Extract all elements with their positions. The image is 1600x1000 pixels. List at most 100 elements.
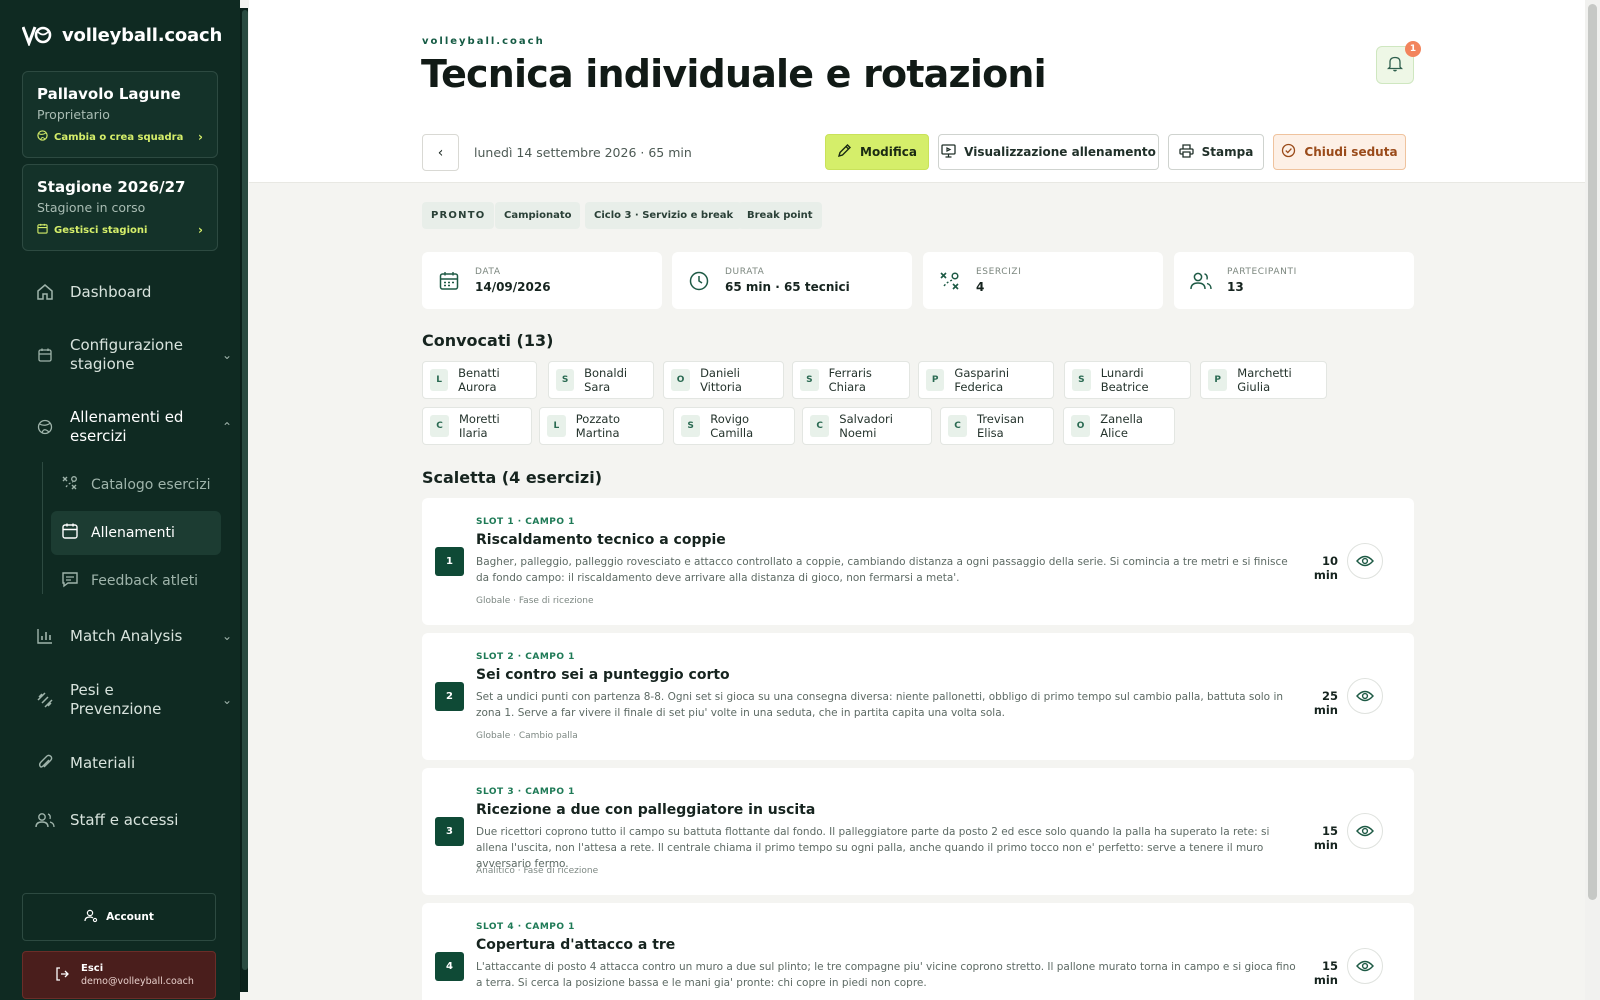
player-chip[interactable]: O Zanella Alice	[1063, 407, 1175, 445]
stat-date: DATA 14/09/2026	[422, 252, 662, 309]
subnav-catalogo-esercizi[interactable]: Catalogo esercizi	[51, 463, 221, 507]
stat-participants-value: 13	[1227, 280, 1244, 294]
account-button[interactable]: Account	[22, 893, 216, 941]
scaletta-title: Scaletta (4 esercizi)	[422, 468, 603, 487]
back-button[interactable]: ‹	[422, 134, 459, 171]
users-icon	[1189, 269, 1213, 293]
team-name: Pallavolo Lagune	[37, 85, 181, 103]
logout-label: Esci	[81, 963, 104, 974]
player-chip[interactable]: P Marchetti Giulia	[1200, 361, 1327, 399]
cycle-tag: Ciclo 3 · Servizio e break	[585, 202, 743, 229]
sidebar-scrollbar[interactable]	[240, 8, 248, 992]
player-chip[interactable]: S Lunardi Beatrice	[1064, 361, 1191, 399]
player-role: L	[430, 369, 449, 391]
player-chip[interactable]: L Pozzato Martina	[539, 407, 664, 445]
sidebar-scrollbar-thumb[interactable]	[242, 10, 248, 970]
exercise-number: 2	[435, 682, 464, 711]
main-scrollbar[interactable]	[1585, 0, 1600, 1000]
season-name: Stagione 2026/27	[37, 178, 186, 196]
nav-dashboard[interactable]: Dashboard	[34, 281, 232, 303]
nav-pesi-prevenzione[interactable]: Pesi e Prevenzione ⌄	[34, 681, 232, 719]
exercise-category: Globale · Fase di ricezione	[476, 596, 594, 606]
exercise-card[interactable]: 2 SLOT 2 · CAMPO 1 Sei contro sei a punt…	[422, 633, 1414, 760]
stat-date-value: 14/09/2026	[475, 280, 551, 294]
view-exercise-button[interactable]	[1347, 543, 1383, 579]
player-name: Gasparini Federica	[954, 366, 1010, 394]
view-exercise-button[interactable]	[1347, 813, 1383, 849]
nav-match-analysis[interactable]: Match Analysis ⌄	[34, 625, 232, 647]
logout-button[interactable]: Esci demo@volleyball.coach	[22, 951, 216, 999]
subnav-allenamenti[interactable]: Allenamenti	[51, 511, 221, 555]
exercise-description: Bagher, palleggio, palleggio rovesciato …	[476, 556, 1288, 584]
logout-icon	[55, 966, 69, 984]
stat-date-label: DATA	[475, 267, 501, 277]
exercise-description: Set a undici punti con partenza 8-8. Ogn…	[476, 691, 1284, 719]
view-training-button[interactable]: Visualizzazione allenamento	[938, 134, 1159, 170]
player-chip[interactable]: O Danieli Vittoria	[663, 361, 784, 399]
close-session-button[interactable]: Chiudi seduta	[1273, 134, 1406, 170]
player-chip[interactable]: S Ferraris Chiara	[792, 361, 910, 399]
stat-duration-label: DURATA	[725, 267, 765, 277]
player-chip[interactable]: L Benatti Aurora	[422, 361, 537, 399]
edit-button[interactable]: Modifica	[825, 134, 929, 170]
volleyball-coach-logo-icon	[21, 24, 52, 48]
stat-exercises-label: ESERCIZI	[976, 267, 1022, 277]
player-chip[interactable]: S Bonaldi Sara	[548, 361, 654, 399]
player-role: C	[948, 415, 967, 437]
view-exercise-button[interactable]	[1347, 948, 1383, 984]
manage-seasons-link[interactable]: Gestisci stagioni ›	[37, 223, 203, 237]
brand[interactable]: volleyball.coach	[21, 24, 222, 48]
user-email: demo@volleyball.coach	[81, 976, 194, 987]
main-scrollbar-thumb[interactable]	[1588, 4, 1597, 900]
check-circle-icon	[1281, 143, 1296, 161]
clock-icon	[687, 269, 711, 293]
calendar-icon	[34, 344, 56, 366]
player-chip[interactable]: C Moretti Ilaria	[422, 407, 532, 445]
exercise-slot: SLOT 1 · CAMPO 1	[476, 517, 575, 527]
page-title: Tecnica individuale e rotazioni	[421, 52, 1047, 96]
session-date-duration: lunedì 14 settembre 2026 · 65 min	[474, 145, 692, 160]
nav-staff-accessi[interactable]: Staff e accessi	[34, 809, 232, 831]
season-card: Stagione 2026/27 Stagione in corso Gesti…	[22, 164, 218, 251]
exercise-duration: 25 min	[1313, 689, 1338, 717]
notifications-button[interactable]: 1	[1376, 41, 1421, 84]
stat-participants: PARTECIPANTI 13	[1174, 252, 1414, 309]
dumbbell-icon	[34, 689, 56, 711]
player-role: S	[1072, 369, 1091, 391]
account-label: Account	[106, 911, 154, 923]
volleyball-icon	[34, 416, 56, 438]
stat-duration-value: 65 min · 65 tecnici	[725, 280, 850, 294]
season-status: Stagione in corso	[37, 200, 146, 215]
nav-materiali[interactable]: Materiali	[34, 752, 232, 774]
player-chip[interactable]: P Gasparini Federica	[918, 361, 1054, 399]
player-name: Zanella Alice	[1100, 412, 1143, 440]
view-training-label: Visualizzazione allenamento	[964, 145, 1156, 159]
switch-team-label: Cambia o crea squadra	[54, 131, 184, 143]
subnav-feedback-atleti[interactable]: Feedback atleti	[51, 559, 221, 603]
exercise-card[interactable]: 3 SLOT 3 · CAMPO 1 Ricezione a due con p…	[422, 768, 1414, 895]
player-role: S	[556, 369, 575, 391]
print-button[interactable]: Stampa	[1168, 134, 1264, 170]
player-chip[interactable]: S Rovigo Camilla	[673, 407, 795, 445]
eye-icon	[1356, 552, 1374, 571]
stat-exercises: ESERCIZI 4	[923, 252, 1163, 309]
exercise-card[interactable]: 1 SLOT 1 · CAMPO 1 Riscaldamento tecnico…	[422, 498, 1414, 625]
chevron-down-icon: ⌄	[221, 348, 232, 362]
exercise-number: 3	[435, 817, 464, 846]
nav-configurazione-stagione[interactable]: Configurazione stagione ⌄	[34, 336, 232, 374]
exercise-title: Copertura d'attacco a tre	[476, 937, 676, 953]
exercise-duration: 15 min	[1313, 959, 1338, 987]
nav-allenamenti-esercizi[interactable]: Allenamenti ed esercizi ⌃	[34, 408, 232, 446]
switch-team-link[interactable]: Cambia o crea squadra ›	[37, 130, 203, 144]
exercise-card[interactable]: 4 SLOT 4 · CAMPO 1 Copertura d'attacco a…	[422, 903, 1414, 1000]
bar-chart-icon	[34, 625, 56, 647]
drill-icon	[61, 474, 79, 496]
page-header: volleyball.coach Tecnica individuale e r…	[249, 0, 1585, 183]
subnav-catalogo-label: Catalogo esercizi	[91, 477, 211, 493]
subnav-feedback-label: Feedback atleti	[91, 573, 199, 589]
player-chip[interactable]: C Trevisan Elisa	[940, 407, 1054, 445]
view-exercise-button[interactable]	[1347, 678, 1383, 714]
player-chip[interactable]: C Salvadori Noemi	[802, 407, 932, 445]
page-eyebrow: volleyball.coach	[422, 36, 545, 47]
manage-seasons-label: Gestisci stagioni	[54, 224, 148, 236]
